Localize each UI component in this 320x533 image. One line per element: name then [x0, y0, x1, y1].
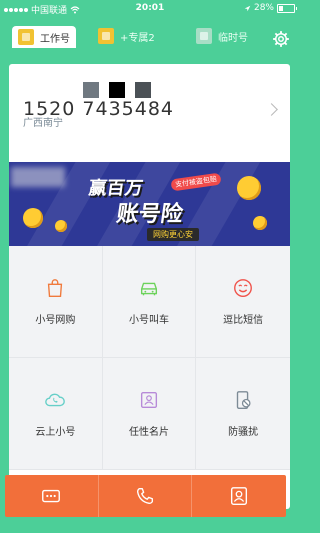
promo-banner[interactable]: 支付被盗包赔 赢百万 账号险 网购更心安 [9, 162, 290, 246]
smiley-icon [234, 279, 253, 297]
feature-grid: 小号网购 小号叫车 逗比短信 云上小号 任性名片 防骚扰 [9, 246, 290, 470]
tab-temporary-number[interactable]: 临时号 [196, 28, 248, 44]
feature-label: 小号网购 [35, 315, 76, 326]
feature-shopping[interactable]: 小号网购 [9, 246, 103, 358]
redaction-block [135, 82, 151, 98]
coin-icon [55, 220, 67, 232]
coin-icon [23, 208, 43, 228]
sim-card-icon [18, 29, 34, 45]
battery-area: 28% [244, 3, 297, 13]
cloud-phone-icon [45, 393, 66, 407]
feature-label: 小号叫车 [128, 315, 169, 326]
main-card: 1520 7435484 广西南宁 支付被盗包赔 赢百万 账号险 网购更心安 小… [9, 64, 290, 509]
tab-label: 临时号 [218, 32, 248, 44]
battery-icon [277, 3, 297, 13]
coin-icon [253, 216, 267, 230]
city-label: 广西南宁 [23, 118, 63, 129]
blurred-logo [11, 167, 65, 187]
battery-percent: 28% [253, 3, 274, 13]
phone-icon [136, 487, 154, 505]
message-icon [42, 489, 61, 503]
feature-business-card[interactable]: 任性名片 [102, 358, 197, 470]
feature-label: 防骚扰 [228, 427, 259, 438]
shopping-bag-icon [48, 279, 63, 297]
block-phone-icon [236, 391, 251, 409]
feature-taxi[interactable]: 小号叫车 [102, 246, 197, 358]
bottom-action-bar [5, 475, 286, 517]
redaction-block [83, 82, 99, 98]
coin-icon [237, 176, 261, 200]
feature-cloud-number[interactable]: 云上小号 [9, 358, 103, 470]
redaction-block [109, 82, 125, 98]
chevron-right-icon[interactable] [265, 103, 278, 116]
message-button[interactable] [5, 475, 99, 517]
sim-card-icon [196, 28, 212, 44]
call-button[interactable] [99, 475, 193, 517]
feature-funny-sms[interactable]: 逗比短信 [196, 246, 290, 358]
gear-icon[interactable] [272, 30, 290, 48]
feature-label: 任性名片 [128, 427, 169, 438]
feature-label: 云上小号 [35, 427, 76, 438]
car-icon [140, 282, 158, 296]
status-bar: 中国联通 20:01 28% [0, 0, 300, 16]
redaction-blocks [83, 82, 151, 98]
tab-label: +专属2 [120, 32, 155, 44]
tab-exclusive-number[interactable]: +专属2 [98, 28, 155, 44]
banner-title-line2: 账号险 [114, 202, 185, 227]
contacts-button[interactable] [192, 475, 286, 517]
contacts-icon [231, 487, 248, 505]
contact-card-icon [140, 391, 158, 409]
tab-work-number[interactable]: 工作号 [12, 26, 76, 48]
feature-anti-harassment[interactable]: 防骚扰 [196, 358, 290, 470]
location-icon [244, 5, 251, 11]
tab-label: 工作号 [40, 33, 70, 45]
number-tabs: 工作号 +专属2 临时号 [0, 26, 300, 54]
banner-subtitle: 网购更心安 [147, 228, 199, 241]
feature-label: 逗比短信 [223, 315, 264, 326]
number-info[interactable]: 1520 7435484 广西南宁 [9, 64, 290, 160]
sim-card-icon [98, 28, 114, 44]
